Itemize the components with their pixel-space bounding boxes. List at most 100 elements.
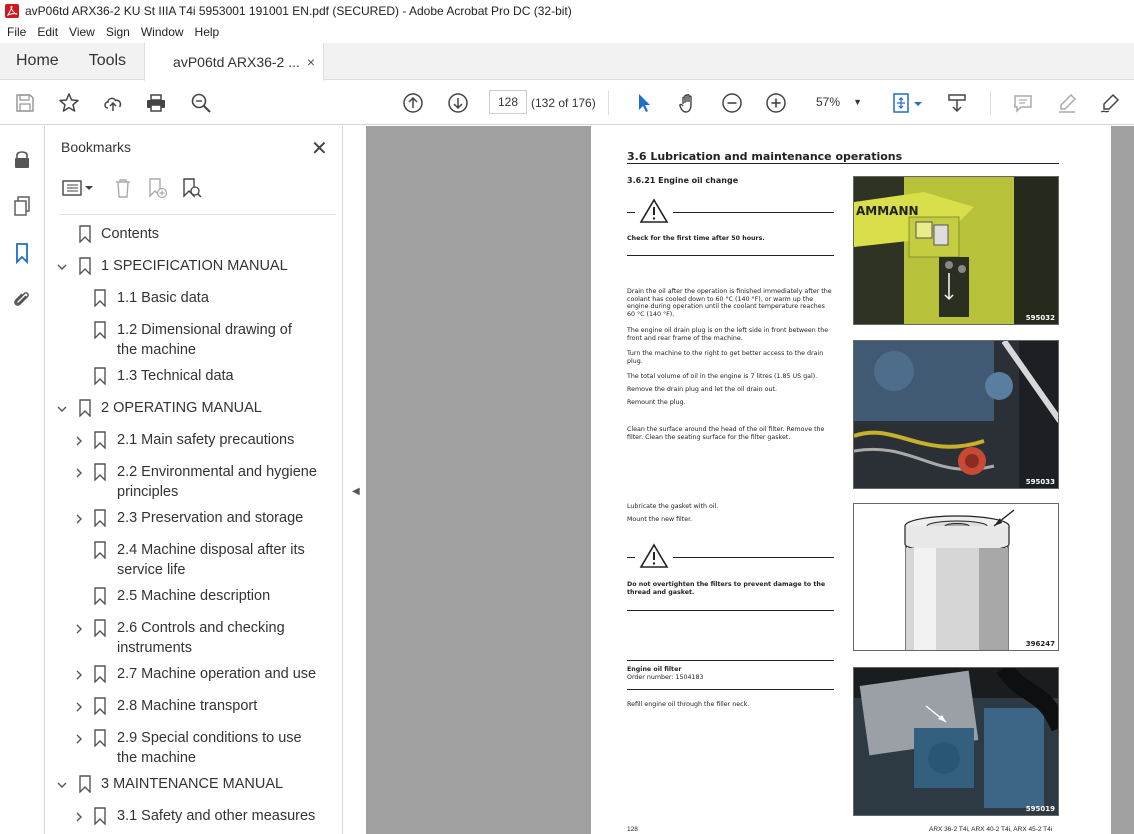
page-subsection-heading: 3.6.21 Engine oil change — [627, 176, 739, 185]
warning-rule — [673, 212, 834, 213]
zoom-level-value: 57% — [816, 95, 841, 109]
bookmark-label-line1: 1.2 Dimensional drawing of — [117, 322, 292, 338]
bookmark-item-controls-instruments[interactable]: 2.6 Controls and checking instruments — [117, 618, 285, 658]
chevron-right-icon[interactable] — [74, 702, 84, 712]
chevron-right-icon[interactable] — [74, 436, 84, 446]
tab-close-icon[interactable]: × — [307, 54, 315, 70]
bookmark-icon — [94, 665, 106, 683]
chevron-right-icon[interactable] — [74, 812, 84, 822]
bookmark-icon — [94, 321, 106, 339]
bookmark-icon — [94, 619, 106, 637]
photo-machine-frame: AMMANN 595032 — [853, 176, 1059, 325]
save-icon[interactable] — [13, 91, 37, 115]
menu-bar: File Edit View Sign Window Help — [0, 22, 1134, 42]
chevron-down-icon[interactable] — [57, 262, 67, 272]
bookmark-item-machine-disposal[interactable]: 2.4 Machine disposal after its service l… — [117, 540, 305, 580]
zoom-in-icon[interactable] — [764, 91, 788, 115]
photo-number: 595032 — [1025, 314, 1055, 322]
chevron-right-icon[interactable] — [74, 734, 84, 744]
close-icon[interactable]: ✕ — [311, 136, 328, 161]
instruction-lubricate-gasket: Lubricate the gasket with oil. — [627, 503, 719, 510]
photo-engine-drain: 595033 — [853, 340, 1059, 489]
bookmark-item-environmental-hygiene[interactable]: 2.2 Environmental and hygiene principles — [117, 462, 317, 502]
warning-text-overtighten: Do not overtighten the filters to preven… — [627, 581, 826, 596]
photo-number: 595019 — [1025, 805, 1055, 813]
bookmark-item-special-conditions[interactable]: 2.9 Special conditions to use the machin… — [117, 728, 302, 768]
chevron-right-icon[interactable] — [74, 468, 84, 478]
warning-triangle-icon — [639, 198, 669, 223]
bookmark-item-specification-manual[interactable]: 1 SPECIFICATION MANUAL — [101, 256, 288, 276]
bookmark-item-operating-manual[interactable]: 2 OPERATING MANUAL — [101, 398, 262, 418]
bookmark-options-icon[interactable] — [61, 176, 95, 200]
bookmark-icon — [79, 775, 91, 793]
select-cursor-icon[interactable] — [632, 91, 656, 115]
bookmark-item-machine-transport[interactable]: 2.8 Machine transport — [117, 696, 257, 716]
chevron-right-icon[interactable] — [74, 670, 84, 680]
menu-edit[interactable]: Edit — [33, 25, 62, 39]
collapse-panel-arrow-icon[interactable]: ◀ — [352, 486, 360, 497]
bookmark-icon — [94, 431, 106, 449]
sign-pen-icon[interactable] — [1098, 91, 1122, 115]
scroll-mode-icon[interactable] — [945, 91, 969, 115]
tab-document[interactable]: avP06td ARX36-2 ... × — [144, 43, 325, 81]
instruction-drain-plug-location: The engine oil drain plug is on the left… — [627, 327, 829, 342]
bookmark-item-machine-operation[interactable]: 2.7 Machine operation and use — [117, 664, 316, 684]
bookmark-label-line2: the machine — [117, 750, 196, 766]
next-page-icon[interactable] — [446, 91, 470, 115]
zoom-level-dropdown[interactable]: 57% ▼ — [806, 90, 868, 114]
bookmark-item-safety-precautions[interactable]: 2.1 Main safety precautions — [117, 430, 294, 450]
bookmark-icon — [94, 587, 106, 605]
bookmark-item-maintenance-manual[interactable]: 3 MAINTENANCE MANUAL — [101, 774, 283, 794]
tab-tools[interactable]: Tools — [75, 43, 144, 79]
find-bookmark-icon[interactable] — [179, 176, 203, 200]
pages-thumbnails-icon[interactable] — [11, 195, 33, 217]
bookmark-icon — [79, 225, 91, 243]
print-icon[interactable] — [144, 91, 168, 115]
lock-icon[interactable] — [11, 148, 33, 170]
hand-tool-icon[interactable] — [676, 91, 700, 115]
star-icon[interactable] — [57, 91, 81, 115]
previous-page-icon[interactable] — [401, 91, 425, 115]
bookmark-item-technical-data[interactable]: 1.3 Technical data — [117, 366, 234, 386]
bookmark-item-machine-description[interactable]: 2.5 Machine description — [117, 586, 270, 606]
menu-file[interactable]: File — [3, 25, 30, 39]
tab-home[interactable]: Home — [0, 43, 75, 79]
toolbar-divider — [990, 91, 991, 115]
filter-title: Engine oil filter — [627, 666, 682, 673]
menu-sign[interactable]: Sign — [102, 25, 134, 39]
upload-cloud-icon[interactable] — [101, 91, 125, 115]
attachment-paperclip-icon[interactable] — [11, 288, 33, 310]
instruction-drain-oil: Drain the oil after the operation is fin… — [627, 288, 832, 318]
zoom-out-icon[interactable] — [720, 91, 744, 115]
bookmark-item-contents[interactable]: Contents — [101, 224, 159, 244]
chevron-right-icon[interactable] — [74, 514, 84, 524]
instruction-turn-machine: Turn the machine to the right to get bet… — [627, 350, 824, 365]
menu-view[interactable]: View — [65, 25, 99, 39]
comment-icon[interactable] — [1011, 91, 1035, 115]
page-number-input[interactable]: 128 — [489, 90, 527, 114]
photo-number: 396247 — [1025, 640, 1055, 648]
bookmark-item-dimensional-drawing[interactable]: 1.2 Dimensional drawing of the machine — [117, 320, 292, 360]
fit-page-icon[interactable] — [890, 91, 914, 115]
fit-page-dropdown-icon[interactable] — [912, 91, 924, 115]
bookmark-item-preservation-storage[interactable]: 2.3 Preservation and storage — [117, 508, 303, 528]
instruction-clean-filter: Clean the surface around the head of the… — [627, 426, 825, 441]
highlight-pen-icon[interactable] — [1055, 91, 1079, 115]
photo-filler-neck: 595019 — [853, 667, 1059, 816]
bookmark-item-basic-data[interactable]: 1.1 Basic data — [117, 288, 209, 308]
instruction-remount-plug: Remount the plug. — [627, 399, 686, 406]
panel-splitter[interactable]: ◀ — [342, 126, 366, 834]
menu-help[interactable]: Help — [191, 25, 224, 39]
bookmark-panel-icon[interactable] — [11, 242, 33, 264]
zoom-search-icon[interactable] — [189, 91, 213, 115]
menu-window[interactable]: Window — [137, 25, 188, 39]
delete-bookmark-icon[interactable] — [111, 176, 135, 200]
new-bookmark-icon[interactable] — [145, 176, 169, 200]
chevron-down-icon[interactable] — [57, 780, 67, 790]
pdf-page: 3.6 Lubrication and maintenance operatio… — [591, 126, 1111, 834]
bookmark-label-line1: 2.2 Environmental and hygiene — [117, 464, 317, 480]
page-footer-models: ARX 36-2 T4i, ARX 40-2 T4i, ARX 45-2 T4i — [929, 826, 1053, 833]
chevron-down-icon[interactable] — [57, 404, 67, 414]
bookmark-item-safety-measures[interactable]: 3.1 Safety and other measures — [117, 806, 315, 826]
chevron-right-icon[interactable] — [74, 624, 84, 634]
